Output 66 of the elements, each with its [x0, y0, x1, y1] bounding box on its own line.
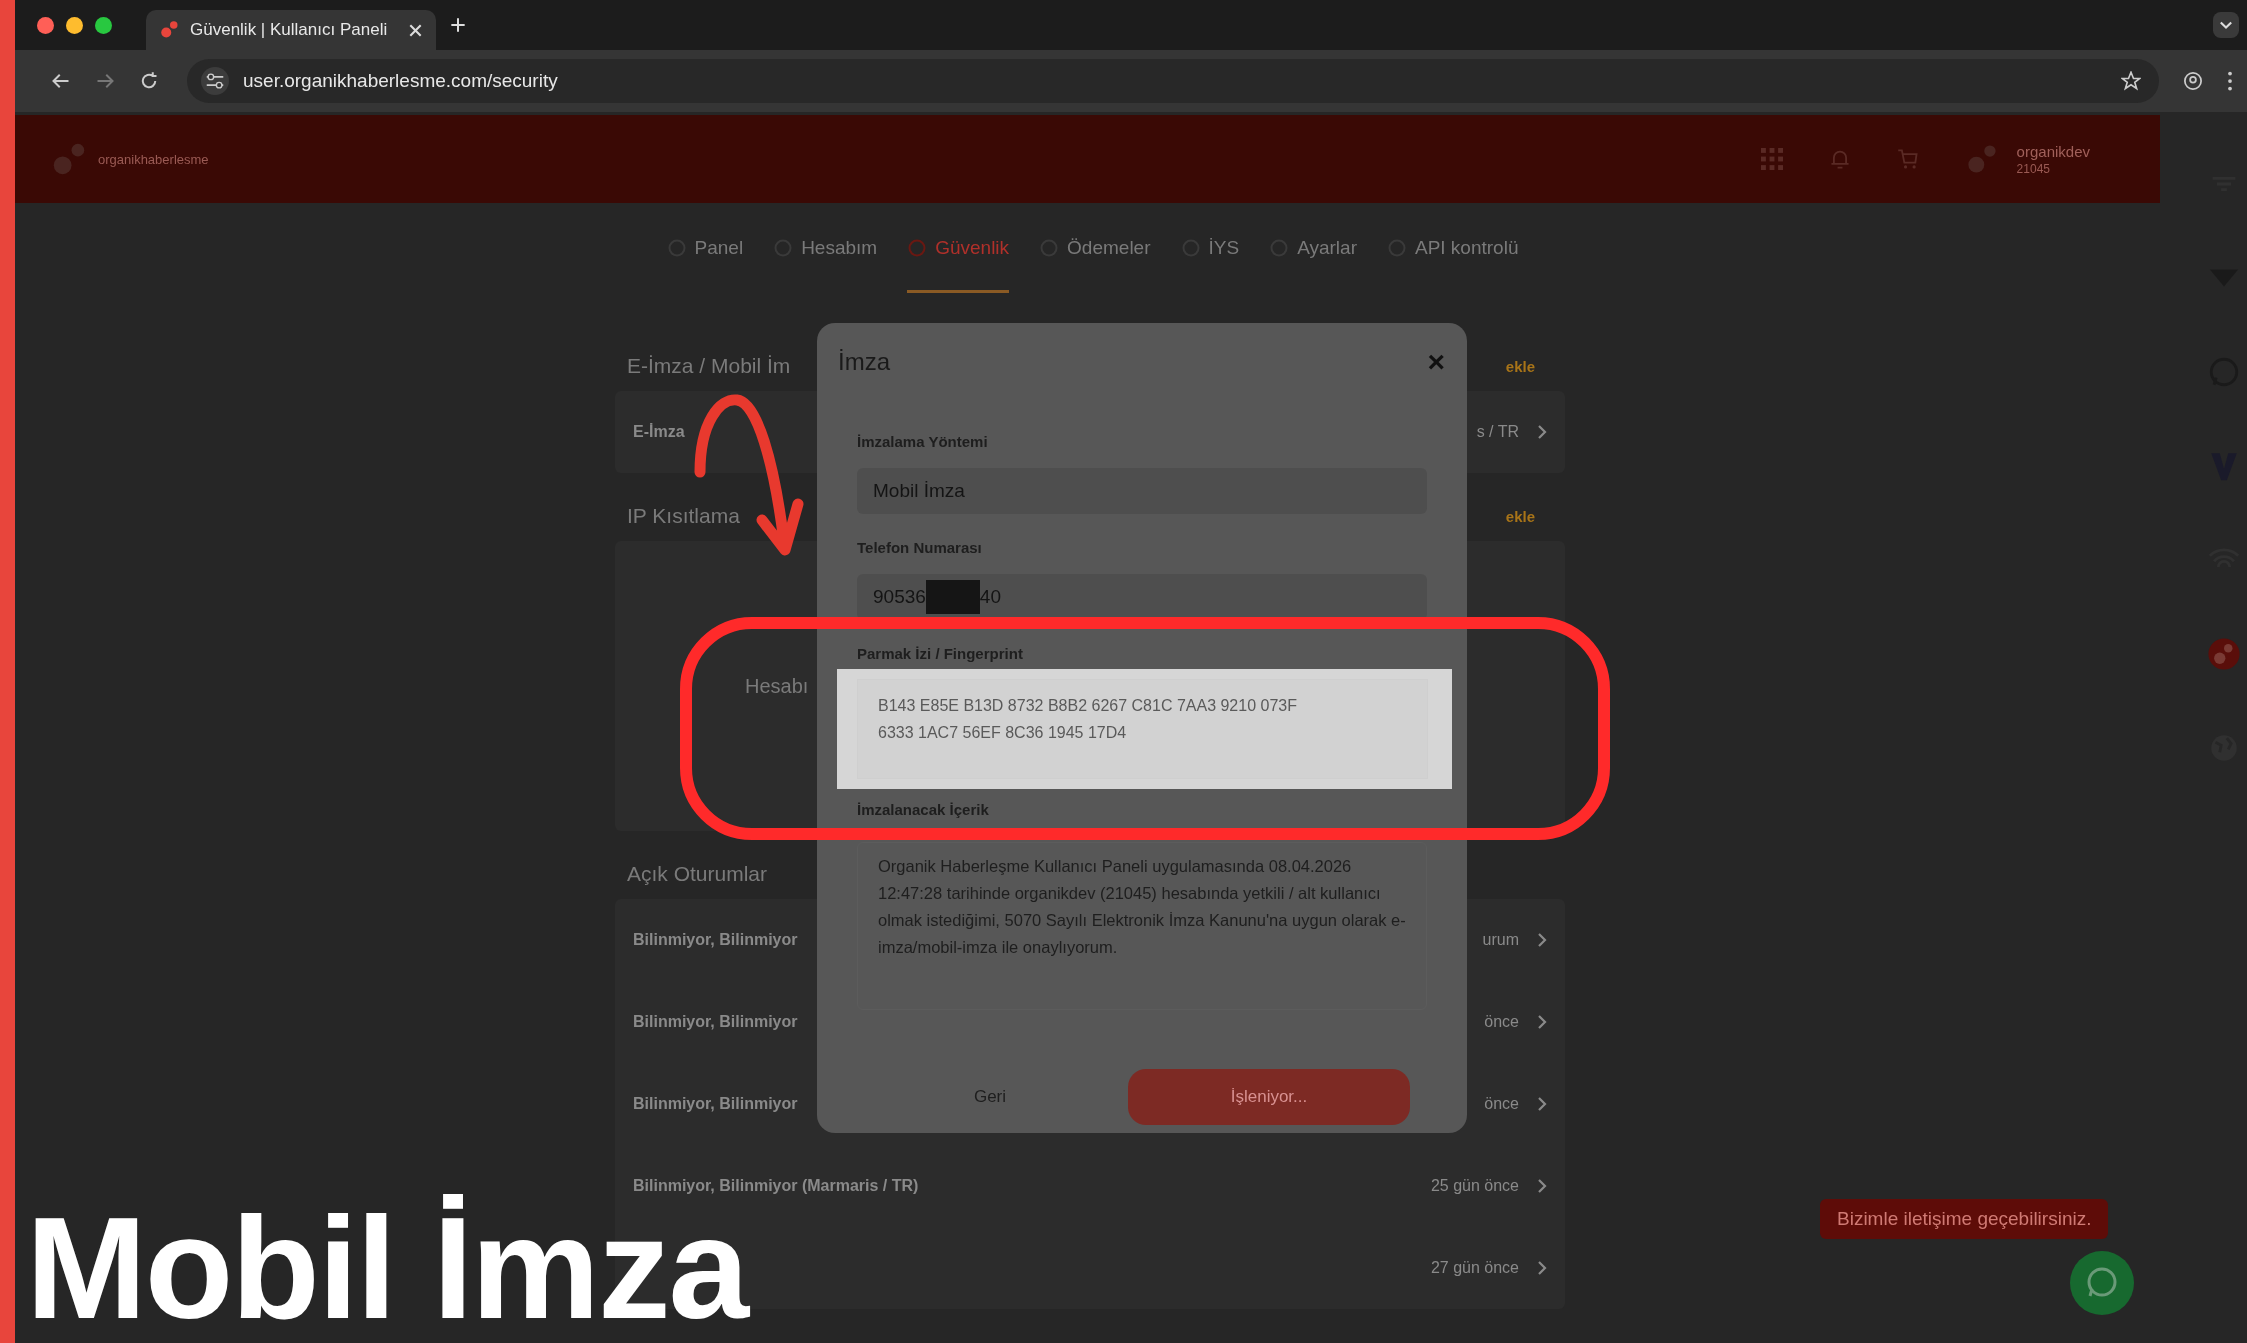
close-icon[interactable] — [409, 23, 422, 37]
session-location: Bilinmiyor, Bilinmiyor (Marmaris / TR) — [633, 1177, 919, 1194]
chevron-icon[interactable] — [1537, 424, 1547, 440]
logo-icon — [160, 20, 180, 40]
add-link[interactable]: ekle — [1505, 507, 1535, 525]
tab-list-icon[interactable] — [2213, 12, 2239, 38]
dialog-title: İmza — [838, 348, 891, 376]
fingerprint-field[interactable]: B143 E85E B13D 8732 B8B2 6267 C81C 7AA3 9210 073F 6333 1AC7 56EF 8C36 1945 17D4 — [857, 679, 1428, 779]
field-label: İmzalama Yöntemi — [857, 433, 989, 451]
phone-number-start: 90536 — [873, 586, 926, 608]
chevron-icon[interactable] — [1537, 1014, 1547, 1030]
section-title: IP Kısıtlama — [627, 504, 740, 528]
chevron-icon[interactable] — [1537, 1096, 1547, 1112]
session-time: 27 gün önce — [1430, 1259, 1519, 1277]
processing-button[interactable]: İşleniyor... — [1128, 1069, 1410, 1125]
chevron-icon[interactable] — [1537, 1178, 1547, 1194]
session-location: E-İmza — [633, 423, 685, 441]
section-title: E-İmza / Mobil İm — [627, 354, 791, 378]
session-time: önce — [1484, 1013, 1519, 1031]
content-text-area[interactable]: Organik Haberleşme Kullanıcı Paneli uygulamasında 08.04.2026 12:47:28 tarihinde organikdev (21045) hesabında yetkili / alt kullanıcı olmak istediğimi, 5070 Sayılı Elektronik İmza Kanunu'na uygun olarak e-imza/mobil-imza ile onaylıyorum. — [857, 842, 1427, 1010]
phone-field[interactable]: 90536 40 — [857, 574, 1427, 620]
session-time: 25 gün önce — [1430, 1177, 1519, 1195]
whatsapp-button-icon[interactable] — [2070, 1251, 2134, 1315]
session-time: urum — [1482, 931, 1519, 949]
session-location: Bilinmiyor, Bilinmiyor — [633, 1095, 798, 1113]
section-title: Açık Oturumlar — [627, 862, 768, 886]
chevron-icon[interactable] — [1537, 932, 1547, 948]
reload-icon[interactable] — [139, 71, 159, 91]
field-label: İmzalanacak İçerik — [857, 801, 990, 819]
maximize-window-dot[interactable] — [95, 16, 112, 34]
nav-tab[interactable]: Panel — [666, 203, 744, 293]
site-settings-icon[interactable] — [201, 67, 229, 95]
phone-number-end: 40 — [979, 586, 1001, 608]
nav-tab[interactable]: İYS — [1180, 203, 1240, 293]
nav-tab[interactable]: API kontrolü — [1386, 203, 1519, 293]
field-label: Parmak İzi / Fingerprint — [857, 645, 1024, 663]
star-icon[interactable] — [2121, 71, 2141, 91]
add-link[interactable]: ekle — [1505, 357, 1535, 375]
session-time: s / TR — [1476, 423, 1519, 441]
browser-tab[interactable]: Güvenlik | Kullanıcı Paneli — [146, 10, 436, 50]
field-label: Telefon Numarası — [857, 539, 983, 557]
minimize-window-dot[interactable] — [66, 16, 83, 34]
chat-bubble[interactable]: Bizimle iletişime geçebilirsiniz. — [1820, 1199, 2109, 1239]
user-id: 21045 — [2016, 161, 2051, 176]
session-location: Bilinmiyor, Bilinmiyor — [633, 931, 798, 949]
nav-icon — [907, 238, 928, 258]
redaction-block — [925, 580, 980, 614]
chevron-icon[interactable] — [1537, 1260, 1547, 1276]
close-window-dot[interactable] — [37, 16, 54, 34]
close-button[interactable]: × — [1427, 347, 1445, 377]
section-note: Hesabı — [745, 674, 809, 698]
new-tab-icon[interactable] — [450, 17, 466, 33]
method-field[interactable]: Mobil İmza — [857, 468, 1427, 514]
address-bar[interactable]: user.organikhaberlesme.com/security — [187, 59, 2159, 103]
overlay-caption: Mobil İmza — [26, 1196, 748, 1341]
session-time: önce — [1484, 1095, 1519, 1113]
nav-tab[interactable]: Ayarlar — [1269, 203, 1357, 293]
nav-tab[interactable]: Hesabım — [773, 203, 878, 293]
back-button[interactable]: Geri — [857, 1069, 1123, 1125]
more-icon[interactable] — [2227, 71, 2233, 91]
nav-tab[interactable]: Güvenlik — [907, 203, 1010, 293]
session-location: Bilinmiyor, Bilinmiyor — [633, 1013, 798, 1031]
user-name[interactable]: organikdev — [2016, 142, 2090, 160]
logo-text[interactable]: organikhaberlesme — [98, 151, 209, 167]
nav-tab[interactable]: Ödemeler — [1039, 203, 1151, 293]
profile-icon[interactable] — [2183, 71, 2203, 91]
